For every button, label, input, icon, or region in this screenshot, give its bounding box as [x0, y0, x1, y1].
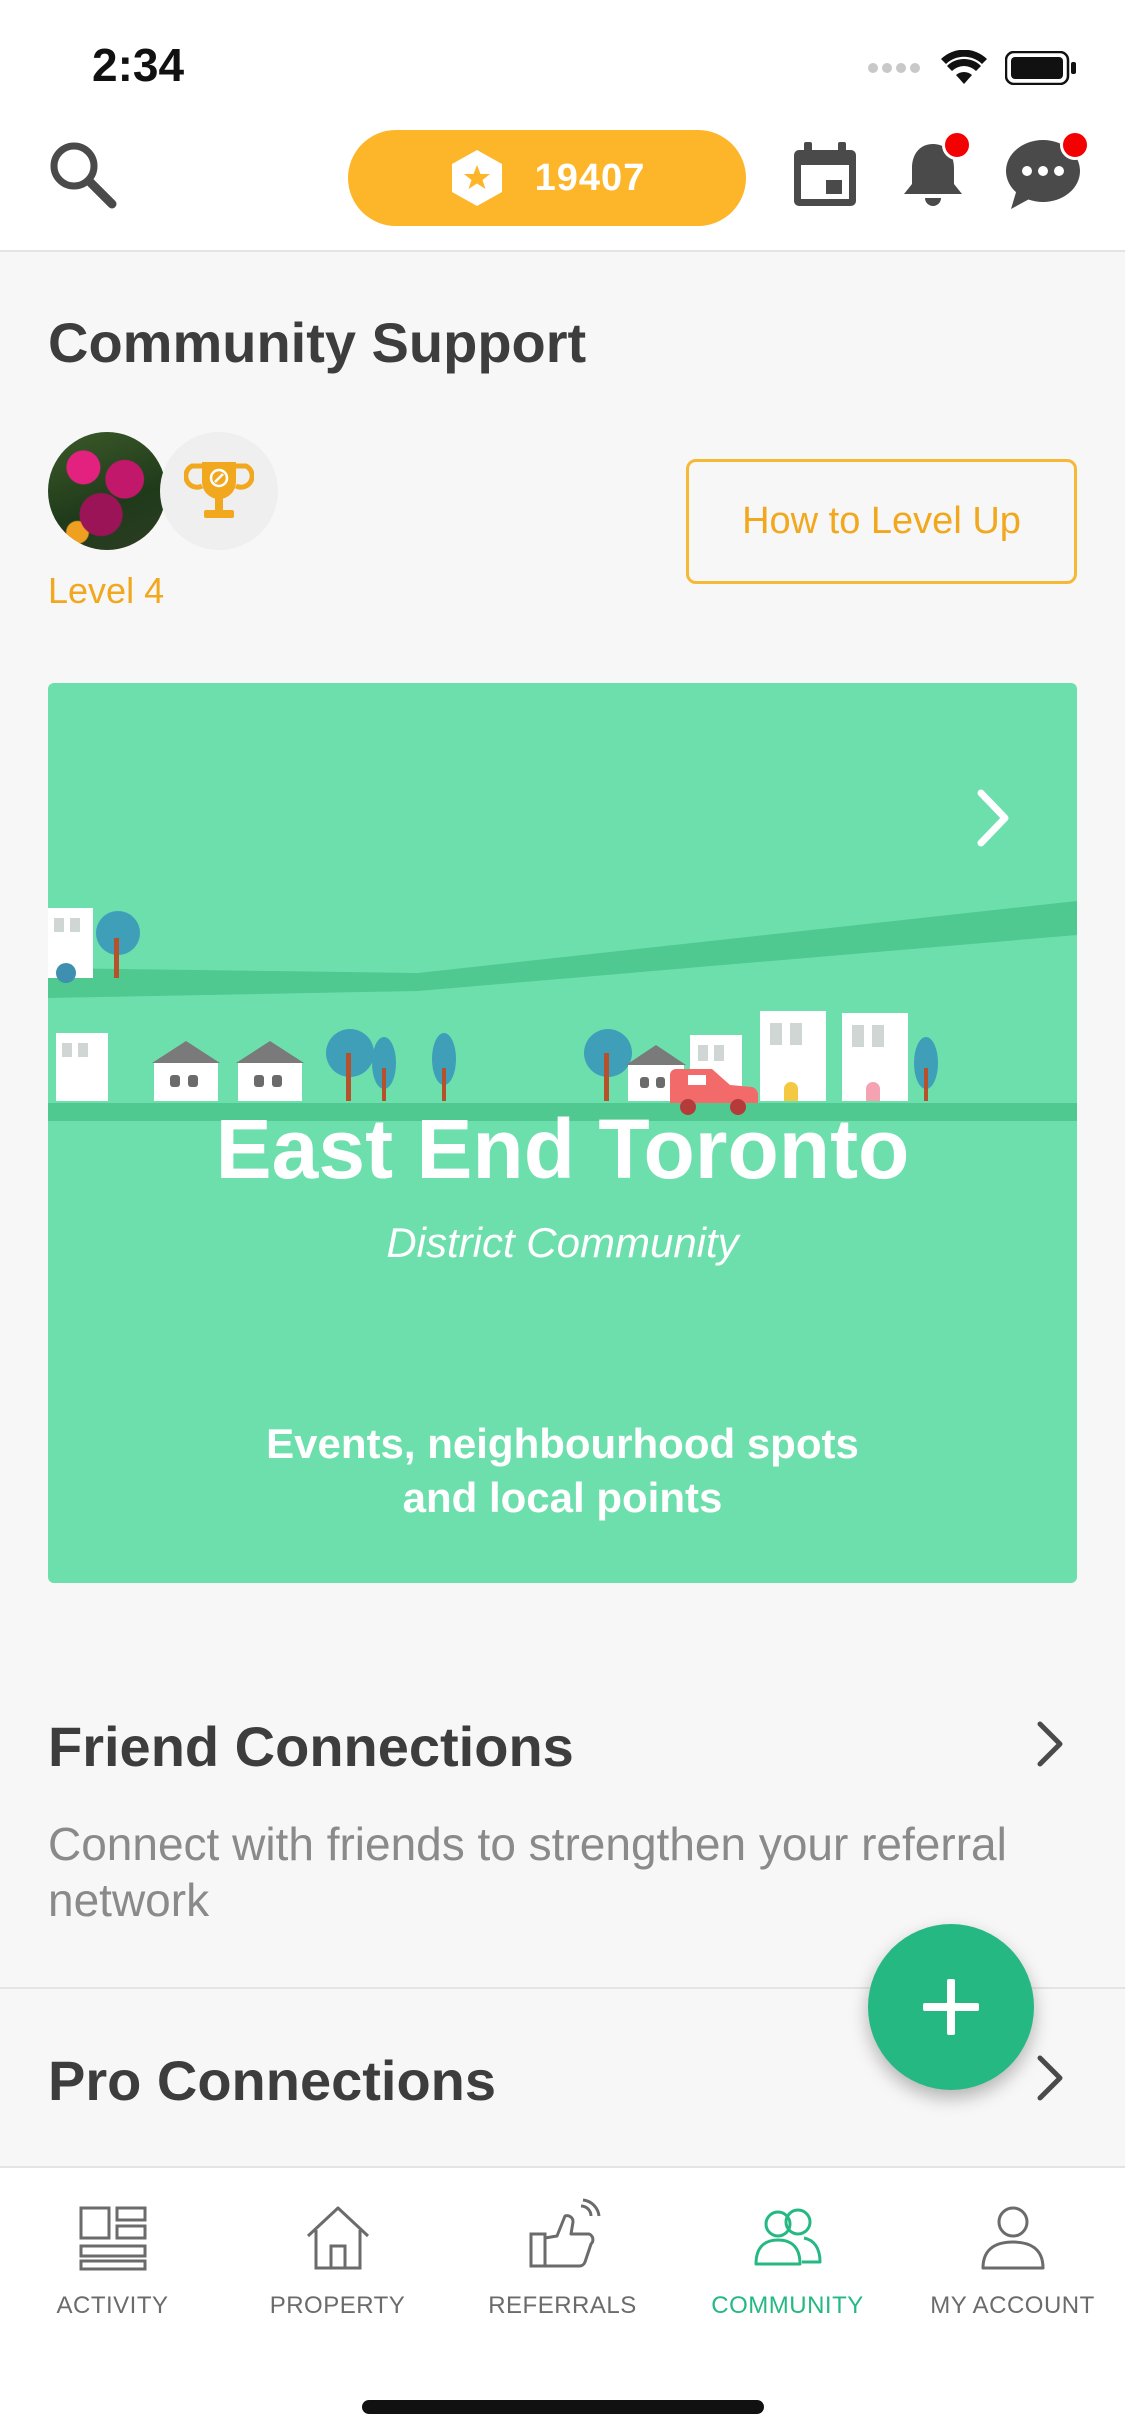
app-header: 19407	[0, 120, 1125, 252]
district-description: Events, neighbourhood spots and local po…	[266, 1420, 859, 1521]
message-badge	[1060, 130, 1090, 160]
level-trophy-badge	[160, 432, 278, 550]
search-icon	[50, 142, 117, 209]
trophy-icon	[184, 462, 254, 518]
tab-label: COMMUNITY	[711, 2292, 864, 2319]
points-value: 19407	[534, 156, 646, 199]
house-icon	[306, 2206, 369, 2270]
tab-my-account[interactable]: MY ACCOUNT	[900, 2168, 1125, 2338]
main-content[interactable]: Community Support Level 4 How to Level U…	[0, 254, 1125, 2166]
home-indicator	[362, 2400, 764, 2414]
thumbs-up-icon	[529, 2198, 600, 2268]
status-icons	[867, 48, 1077, 88]
notification-badge	[942, 130, 972, 160]
tab-label: ACTIVITY	[56, 2292, 169, 2319]
status-bar: 2:34	[0, 0, 1125, 120]
chevron-right-icon	[977, 789, 1009, 847]
people-icon	[754, 2208, 821, 2266]
wifi-icon	[941, 50, 987, 84]
chevron-right-icon	[1037, 1721, 1063, 1767]
level-label: Level 4	[48, 570, 165, 611]
plus-icon	[923, 1979, 979, 2035]
neighbourhood-illustration	[48, 901, 1077, 1121]
district-subtitle: District Community	[386, 1219, 739, 1266]
tab-label: PROPERTY	[269, 2292, 406, 2319]
pro-connections-title: Pro Connections	[48, 2049, 497, 2112]
person-icon	[981, 2206, 1044, 2270]
activity-icon	[79, 2206, 146, 2271]
page-title: Community Support	[48, 311, 587, 374]
notifications-button[interactable]	[888, 130, 978, 220]
battery-icon	[1005, 51, 1076, 85]
points-button[interactable]: 19407	[348, 130, 746, 226]
add-button[interactable]	[868, 1924, 1034, 2090]
tab-label: MY ACCOUNT	[930, 2292, 1095, 2319]
search-button[interactable]	[42, 134, 122, 214]
tab-label: REFERRALS	[488, 2292, 637, 2319]
chevron-right-icon	[1037, 2055, 1063, 2101]
avatar[interactable]	[48, 432, 166, 550]
tab-property[interactable]: PROPERTY	[225, 2168, 450, 2338]
star-hexagon-icon	[451, 150, 502, 206]
tab-referrals[interactable]: REFERRALS	[450, 2168, 675, 2338]
friend-connections-title: Friend Connections	[48, 1715, 574, 1778]
calendar-icon	[794, 142, 856, 206]
tab-activity[interactable]: ACTIVITY	[0, 2168, 225, 2338]
tab-bar: ACTIVITY PROPERTY REFERRALS COMMUNITY MY…	[0, 2166, 1125, 2436]
status-time: 2:34	[92, 39, 185, 91]
district-community-card[interactable]: East End Toronto District Community Even…	[48, 683, 1077, 1583]
calendar-button[interactable]	[780, 130, 870, 220]
signal-icon	[868, 63, 920, 73]
friend-connections-description: Connect with friends to strengthen your …	[48, 1818, 1007, 1926]
how-to-level-up-button[interactable]: How to Level Up	[686, 459, 1077, 584]
district-title: East End Toronto	[215, 1102, 910, 1196]
messages-button[interactable]	[998, 130, 1090, 220]
tab-community[interactable]: COMMUNITY	[675, 2168, 900, 2338]
